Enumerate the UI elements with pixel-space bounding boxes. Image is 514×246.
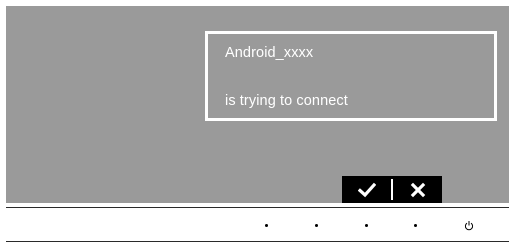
connection-request-dialog: Android_xxxx is trying to connect: [205, 31, 497, 121]
power-icon: [464, 220, 474, 230]
connection-message: is trying to connect: [225, 93, 348, 109]
power-button[interactable]: [462, 218, 476, 232]
accept-button[interactable]: [342, 176, 391, 203]
dot-icon: [314, 223, 318, 227]
bezel-bottom-line: [6, 241, 509, 242]
bezel-key-3[interactable]: [359, 218, 373, 232]
bezel-key-4[interactable]: [408, 218, 422, 232]
x-icon: [410, 182, 425, 197]
decline-button[interactable]: [393, 176, 442, 203]
dot-icon: [364, 223, 368, 227]
bezel-top-line: [6, 207, 509, 208]
monitor-screen: Android_xxxx is trying to connect: [6, 6, 509, 203]
dot-icon: [264, 223, 268, 227]
checkmark-icon: [357, 182, 376, 197]
bezel-key-2[interactable]: [309, 218, 323, 232]
osd-action-bar: [342, 176, 442, 203]
dot-icon: [413, 223, 417, 227]
device-name: Android_xxxx: [225, 45, 314, 61]
bezel-key-1[interactable]: [259, 218, 273, 232]
